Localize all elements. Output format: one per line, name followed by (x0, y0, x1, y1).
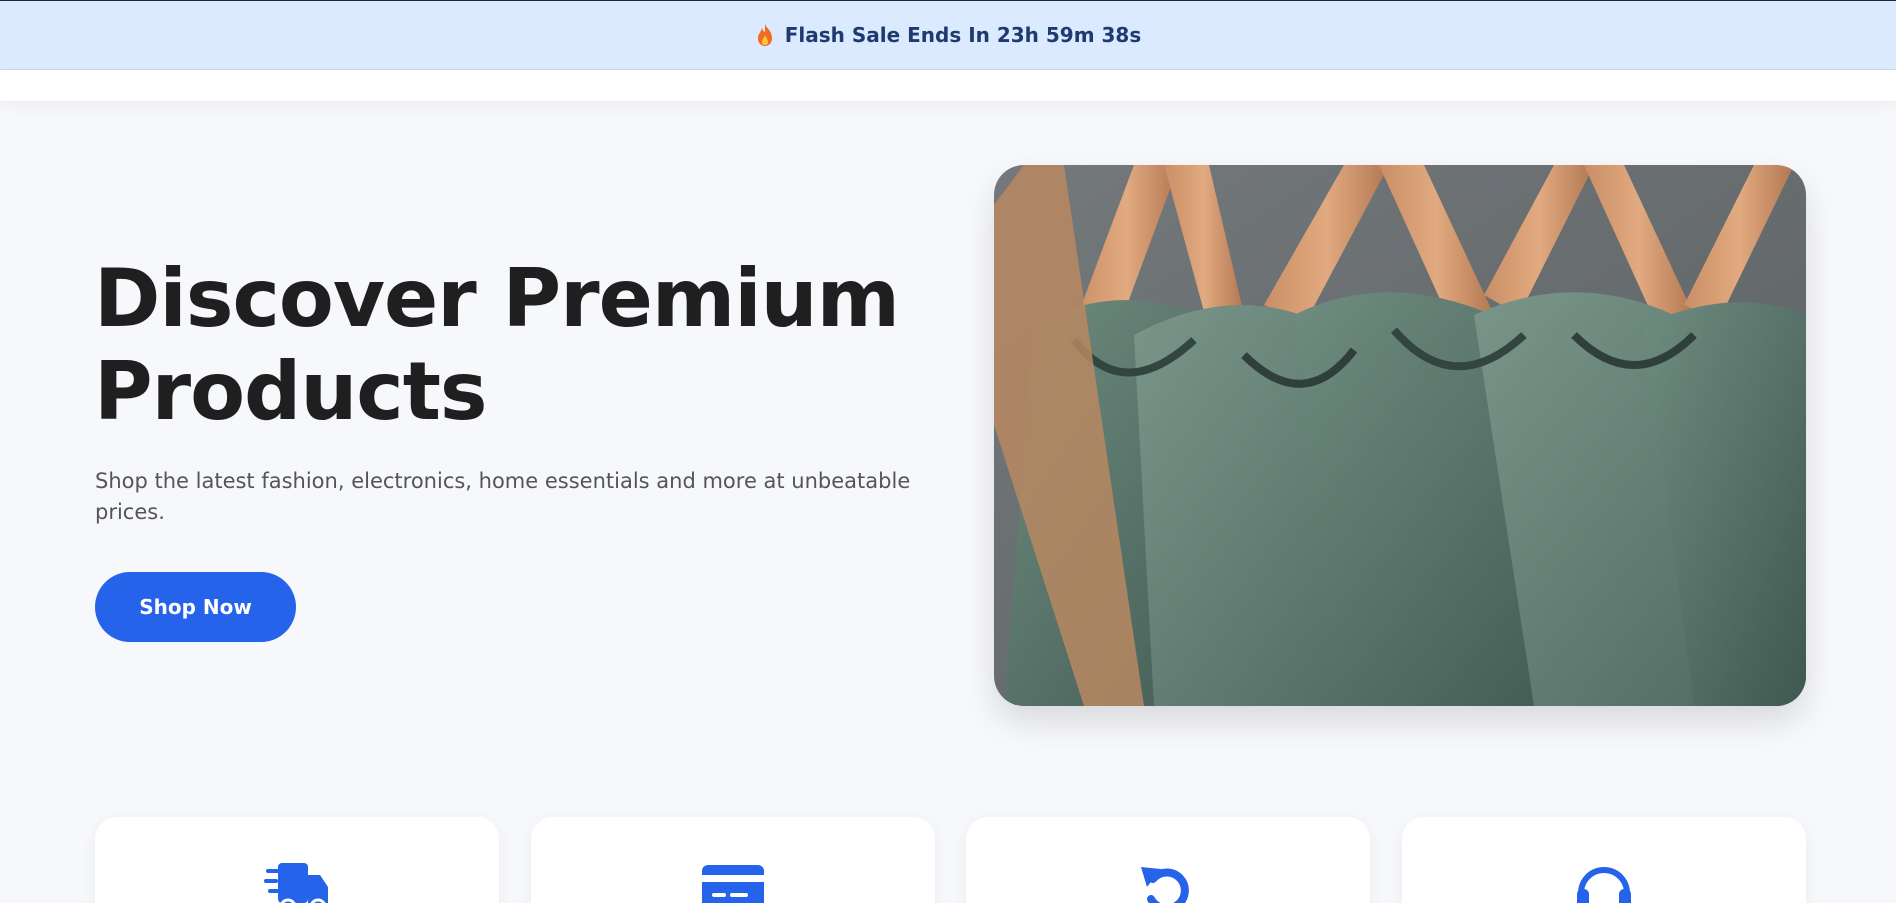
fire-icon (755, 23, 775, 47)
headset-support-icon (1571, 859, 1637, 903)
hero-image (994, 165, 1806, 706)
feature-card-returns (966, 817, 1370, 903)
hero-subtitle: Shop the latest fashion, electronics, ho… (95, 469, 911, 524)
shop-now-button[interactable]: Shop Now (95, 572, 296, 642)
feature-card-delivery (95, 817, 499, 903)
feature-card-payment (531, 817, 935, 903)
return-arrow-icon (1135, 859, 1201, 903)
flash-sale-banner: Flash Sale Ends In 23h 59m 38s (0, 0, 1896, 70)
feature-card-support (1402, 817, 1806, 903)
credit-card-icon (700, 859, 766, 903)
hero-title-line-2: Products (94, 345, 488, 438)
delivery-truck-icon (264, 859, 330, 903)
hero-title-line-1: Discover Premium (94, 252, 900, 345)
hero-title: Discover Premium Products (94, 252, 974, 438)
navigation-bar (0, 70, 1896, 101)
flash-sale-text: Flash Sale Ends In 23h 59m 38s (784, 23, 1142, 47)
